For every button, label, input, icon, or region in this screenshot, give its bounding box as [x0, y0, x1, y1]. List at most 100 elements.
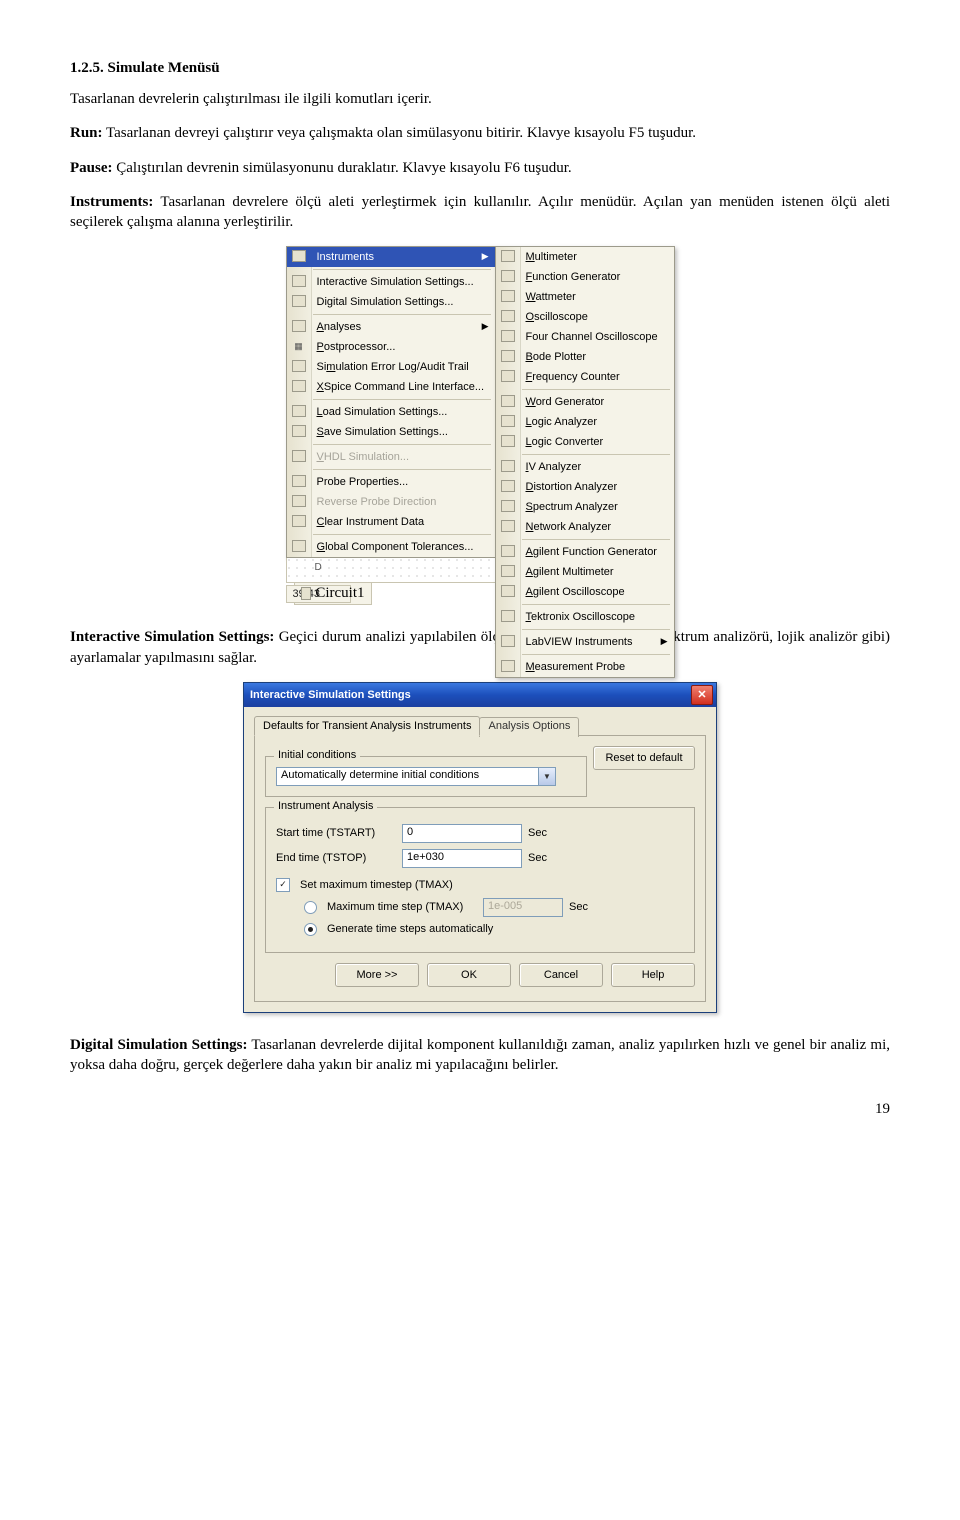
- chevron-right-icon: ▶: [661, 636, 668, 647]
- dialog-titlebar[interactable]: Interactive Simulation Settings ✕: [244, 683, 716, 707]
- menu-item[interactable]: Simulation Error Log/Audit Trail: [287, 357, 495, 377]
- menu-item[interactable]: Frequency Counter: [496, 367, 674, 387]
- menu-item[interactable]: ▦Postprocessor...: [287, 337, 495, 357]
- menu-icon: [501, 585, 515, 597]
- dialog-title: Interactive Simulation Settings: [250, 689, 411, 701]
- start-time-label: Start time (TSTART): [276, 827, 396, 839]
- max-time-step-label: Maximum time step (TMAX): [327, 901, 477, 913]
- group-initial-conditions-label: Initial conditions: [274, 749, 360, 761]
- close-icon[interactable]: ✕: [691, 685, 713, 705]
- intro-paragraph: Tasarlanan devrelerin çalıştırılması ile…: [70, 89, 890, 109]
- auto-time-steps-radio[interactable]: [304, 923, 317, 936]
- menu-item[interactable]: Wattmeter: [496, 287, 674, 307]
- circuit-icon: [301, 587, 312, 600]
- menu-item[interactable]: Agilent Function Generator: [496, 542, 674, 562]
- menu-item[interactable]: Function Generator: [496, 267, 674, 287]
- end-time-label: End time (TSTOP): [276, 852, 396, 864]
- menu-item[interactable]: IV Analyzer: [496, 457, 674, 477]
- menu-item[interactable]: Global Component Tolerances...: [287, 537, 495, 557]
- menu-icon: [501, 545, 515, 557]
- run-label: Run:: [70, 125, 103, 141]
- menu-icon: [501, 290, 515, 302]
- instruments-submenu[interactable]: MultimeterFunction GeneratorWattmeterOsc…: [495, 246, 675, 678]
- reset-to-default-button[interactable]: Reset to default: [593, 746, 695, 770]
- menu-icon: [501, 520, 515, 532]
- end-time-input[interactable]: 1e+030: [402, 849, 522, 868]
- menu-item[interactable]: Multimeter: [496, 247, 674, 267]
- run-paragraph: Run: Tasarlanan devreyi çalıştırır veya …: [70, 123, 890, 143]
- menu-item[interactable]: Digital Simulation Settings...: [287, 292, 495, 312]
- menu-icon: [501, 660, 515, 672]
- menu-icon: [292, 295, 306, 307]
- menu-item[interactable]: Interactive Simulation Settings...: [287, 272, 495, 292]
- menu-item[interactable]: Agilent Oscilloscope: [496, 582, 674, 602]
- initial-conditions-dropdown[interactable]: Automatically determine initial conditio…: [276, 767, 556, 786]
- pause-paragraph: Pause: Çalıştırılan devrenin simülasyonu…: [70, 158, 890, 178]
- menu-icon: [501, 635, 515, 647]
- menu-icon: [292, 275, 306, 287]
- simulate-menu[interactable]: Instruments▶ Interactive Simulation Setti…: [286, 246, 496, 558]
- menu-item[interactable]: Agilent Multimeter: [496, 562, 674, 582]
- circuit-label: Circuit1: [315, 585, 364, 602]
- menu-icon: [501, 480, 515, 492]
- ok-button[interactable]: OK: [427, 963, 511, 987]
- menu-icon: [501, 565, 515, 577]
- set-max-timestep-label: Set maximum timestep (TMAX): [300, 879, 453, 891]
- more-button[interactable]: More >>: [335, 963, 419, 987]
- menu-icon: [292, 450, 306, 462]
- iss-label: Interactive Simulation Settings:: [70, 629, 274, 645]
- menu-icon: [501, 330, 515, 342]
- menu-item[interactable]: Spectrum Analyzer: [496, 497, 674, 517]
- menu-icon: [501, 350, 515, 362]
- dialog-tabs: Defaults for Transient Analysis Instrume…: [254, 715, 706, 736]
- menu-icon: ▦: [292, 340, 306, 352]
- menu-item[interactable]: Probe Properties...: [287, 472, 495, 492]
- chevron-right-icon: ▶: [482, 251, 489, 262]
- chevron-down-icon[interactable]: ▼: [538, 768, 555, 785]
- max-time-step-radio[interactable]: [304, 901, 317, 914]
- start-time-input[interactable]: 0: [402, 824, 522, 843]
- menu-item[interactable]: Load Simulation Settings...: [287, 402, 495, 422]
- menu-item[interactable]: Clear Instrument Data: [287, 512, 495, 532]
- cancel-button[interactable]: Cancel: [519, 963, 603, 987]
- menu-item[interactable]: Bode Plotter: [496, 347, 674, 367]
- menu-item[interactable]: Logic Analyzer: [496, 412, 674, 432]
- menu-icon: [501, 370, 515, 382]
- menu-item: VHDL Simulation...: [287, 447, 495, 467]
- menu-item[interactable]: Oscilloscope: [496, 307, 674, 327]
- page-number: 19: [70, 1101, 890, 1118]
- menu-item[interactable]: Measurement Probe: [496, 657, 674, 677]
- max-time-step-input: 1e-005: [483, 898, 563, 917]
- menu-item[interactable]: Instruments▶: [287, 247, 495, 267]
- menu-icon: [501, 250, 515, 262]
- help-button[interactable]: Help: [611, 963, 695, 987]
- menu-item[interactable]: Word Generator: [496, 392, 674, 412]
- dialog-screenshot: Interactive Simulation Settings ✕ Defaul…: [70, 682, 890, 1013]
- menu-icon: [292, 250, 306, 262]
- group-instrument-analysis-label: Instrument Analysis: [274, 800, 377, 812]
- menu-item[interactable]: Analyses▶: [287, 317, 495, 337]
- set-max-timestep-checkbox[interactable]: ✓: [276, 878, 290, 892]
- unit-label: Sec: [528, 827, 558, 839]
- menu-icon: [292, 495, 306, 507]
- menu-item[interactable]: Distortion Analyzer: [496, 477, 674, 497]
- menu-item[interactable]: Save Simulation Settings...: [287, 422, 495, 442]
- menu-screenshot: Instruments▶ Interactive Simulation Setti…: [70, 246, 890, 605]
- menu-item[interactable]: Logic Converter: [496, 432, 674, 452]
- menu-item[interactable]: XSpice Command Line Interface...: [287, 377, 495, 397]
- auto-time-steps-label: Generate time steps automatically: [327, 923, 493, 935]
- pause-label: Pause:: [70, 160, 113, 176]
- menu-item[interactable]: LabVIEW Instruments▶: [496, 632, 674, 652]
- section-heading: 1.2.5. Simulate Menüsü: [70, 60, 890, 77]
- dss-label: Digital Simulation Settings:: [70, 1037, 248, 1053]
- menu-item[interactable]: Tektronix Oscilloscope: [496, 607, 674, 627]
- instruments-text: Tasarlanan devrelere ölçü aleti yerleşti…: [70, 194, 890, 230]
- menu-icon: [501, 395, 515, 407]
- tab-analysis-options[interactable]: Analysis Options: [479, 717, 579, 737]
- menu-icon: [292, 425, 306, 437]
- menu-icon: [292, 320, 306, 332]
- menu-item[interactable]: Four Channel Oscilloscope: [496, 327, 674, 347]
- menu-icon: [501, 500, 515, 512]
- tab-defaults[interactable]: Defaults for Transient Analysis Instrume…: [254, 716, 480, 736]
- menu-item[interactable]: Network Analyzer: [496, 517, 674, 537]
